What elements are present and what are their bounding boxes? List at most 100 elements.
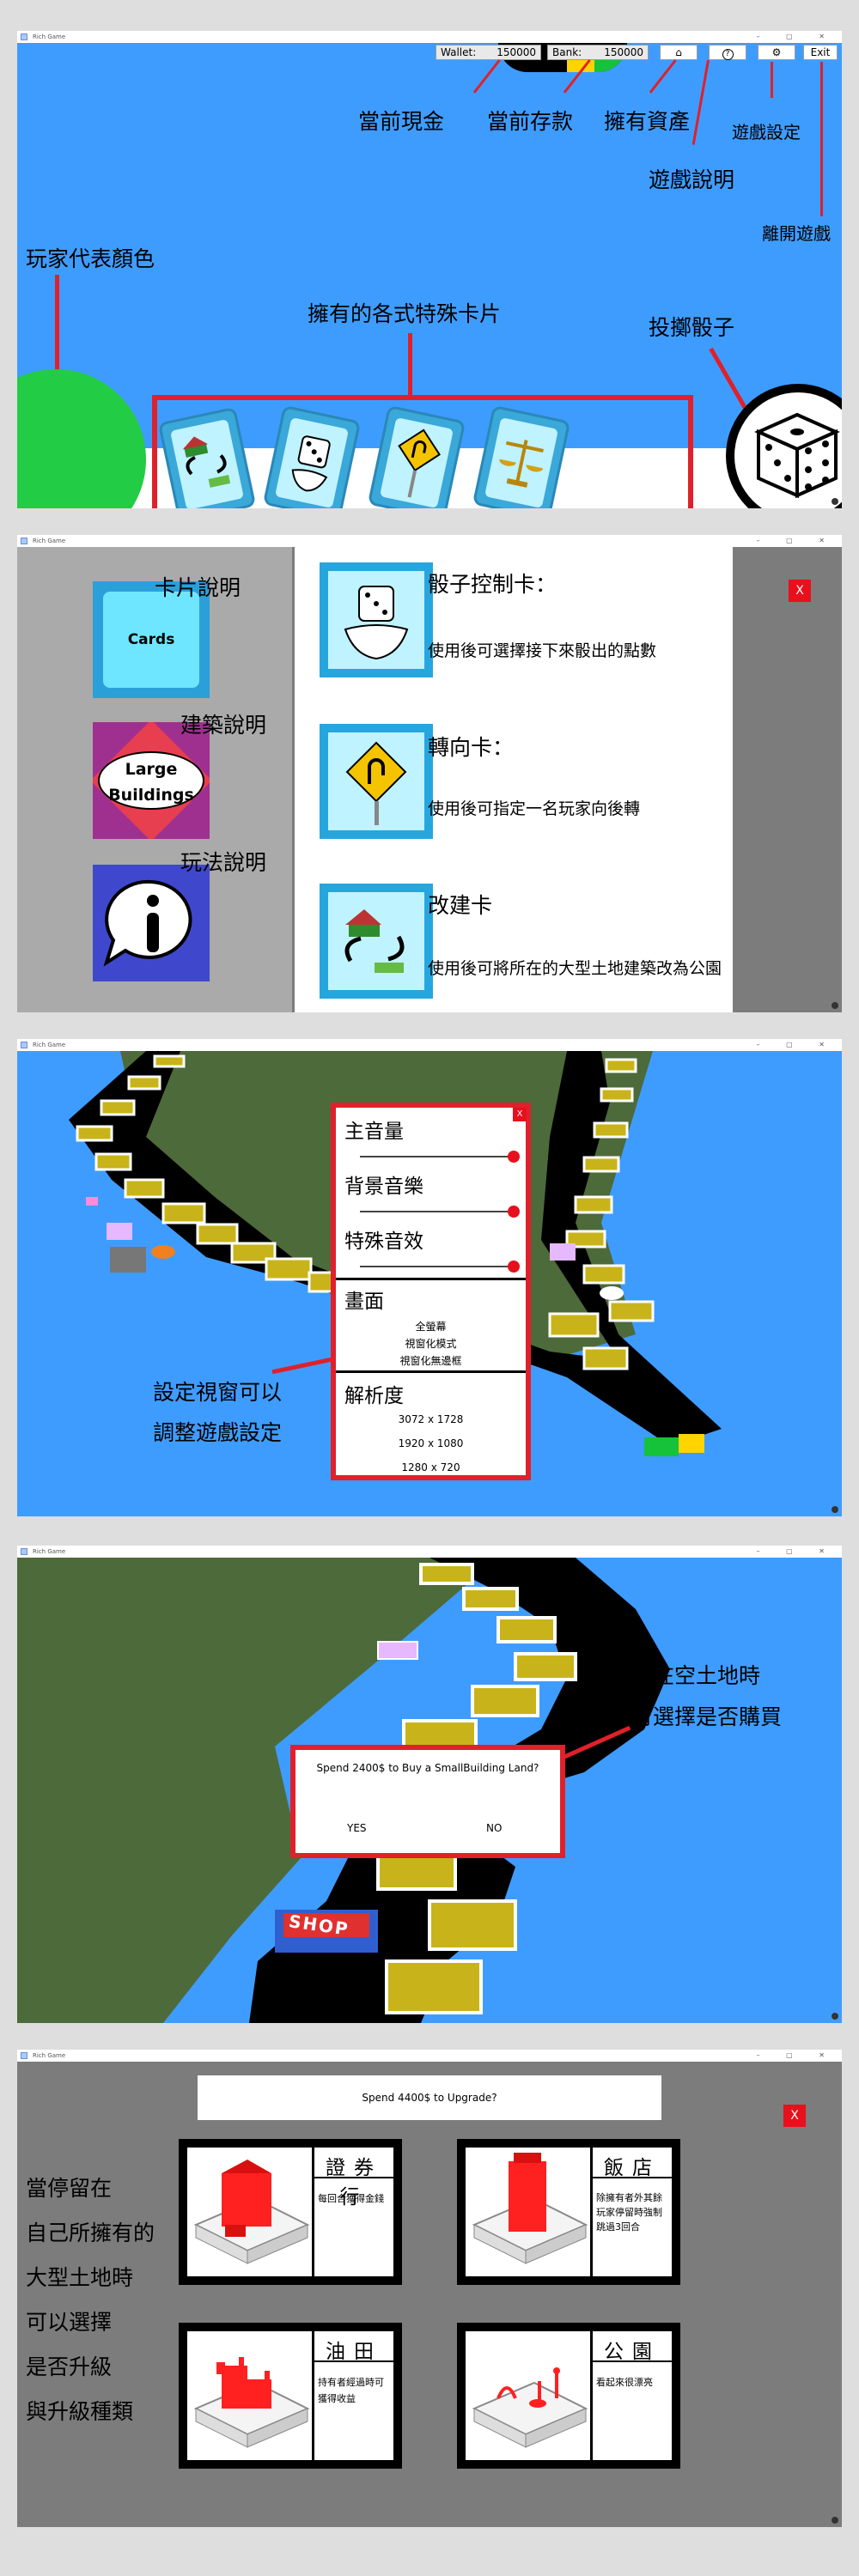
wallet-display: Wallet: 150000 — [436, 45, 541, 60]
park-option[interactable]: 公園 看起來很漂亮 — [457, 2323, 680, 2469]
rebuild-card-desc: 使用後可將所在的大型土地建築改為公園 — [428, 959, 722, 978]
wallet-label: Wallet: — [441, 46, 477, 58]
wallet-value: 150000 — [497, 46, 536, 58]
status-dot — [832, 1002, 838, 1009]
rebuild-icon — [182, 436, 231, 488]
upgrade-view: Spend 4400$ to Upgrade? X 當停留在 自己所擁有的 大型… — [17, 2062, 842, 2527]
exit-label: Exit — [810, 46, 831, 58]
buildings-menu-caption: 建築說明 — [180, 713, 267, 738]
u-turn-sign-icon — [345, 741, 407, 825]
resolution-3072[interactable]: 3072 x 1728 — [336, 1413, 526, 1425]
securities-building-icon — [193, 2160, 310, 2264]
window-title: Rich Game — [33, 33, 66, 40]
app-icon — [21, 2052, 27, 2059]
bgm-volume-knob[interactable] — [508, 1206, 520, 1218]
yes-button[interactable]: YES — [347, 1822, 367, 1834]
sfx-volume-knob[interactable] — [508, 1261, 520, 1273]
window-controls[interactable]: – ▢ ✕ — [757, 2050, 837, 2062]
dice-control-icon — [344, 586, 409, 660]
buildings-menu-label-1: Large — [125, 760, 178, 779]
annotation-exit: 離開遊戲 — [762, 223, 831, 244]
window-controls[interactable]: – ▢ ✕ — [757, 535, 837, 547]
help-button[interactable]: ? — [709, 45, 746, 60]
settings-dialog: X 主音量 背景音樂 特殊音效 畫面 全螢幕 視窗化模式 視窗化無邊框 解析度 … — [331, 1103, 531, 1480]
dice-control-card[interactable] — [262, 404, 362, 508]
settings-button[interactable]: ⚙ — [758, 45, 795, 60]
buy-dialog: Spend 2400$ to Buy a SmallBuilding Land?… — [290, 1745, 565, 1858]
rebuild-card[interactable] — [157, 406, 257, 508]
securities-option[interactable]: 證券行 每回合獲得金錢 — [179, 2139, 402, 2285]
upgrade-annotation-6: 與升級種類 — [26, 2399, 134, 2424]
upgrade-annotation-1: 當停留在 — [26, 2176, 113, 2201]
annotation-dice: 投擲骰子 — [649, 315, 735, 340]
turn-card-desc: 使用後可指定一名玩家向後轉 — [428, 799, 641, 818]
buy-dialog-text: Spend 2400$ to Buy a SmallBuilding Land? — [316, 1762, 539, 1774]
upgrade-annotation-5: 是否升級 — [26, 2354, 113, 2379]
cards-area — [152, 395, 693, 508]
securities-desc: 每回合獲得金錢 — [318, 2193, 384, 2204]
hotel-building-icon — [472, 2153, 588, 2264]
hotel-option[interactable]: 飯店 除擁有者外其餘玩家停留時強制跳過3回合 — [457, 2139, 680, 2285]
master-volume-knob[interactable] — [508, 1151, 520, 1163]
screenshot-buy-land: Rich Game – ▢ ✕ SHOP 停在空土地時 可選擇是否購買 Spen… — [17, 1546, 842, 2023]
player-color-marker — [17, 369, 146, 508]
oilfield-option[interactable]: 油田 持有者經過時可獲得收益 — [179, 2323, 402, 2469]
borderless-option[interactable]: 視窗化無邊框 — [336, 1353, 526, 1368]
sfx-volume-label: 特殊音效 — [344, 1230, 423, 1253]
hotel-desc: 除擁有者外其餘玩家停留時強制跳過3回合 — [596, 2192, 662, 2233]
dice-control-title: 骰子控制卡： — [428, 572, 557, 597]
screenshot-settings: Rich Game – ▢ ✕ 設定視窗可以 調整遊戲設定 X 主音量 背景音樂… — [17, 1039, 842, 1516]
dice-control-card-image — [320, 562, 433, 677]
turn-card[interactable] — [367, 404, 466, 508]
window-controls[interactable]: – ▢ ✕ — [757, 31, 837, 43]
windowed-option[interactable]: 視窗化模式 — [336, 1336, 526, 1351]
upgrade-annotation: 當停留在 自己所擁有的 大型土地時 可以選擇 是否升級 與升級種類 — [26, 2172, 155, 2426]
status-dot — [832, 1506, 838, 1513]
scales-icon — [499, 440, 544, 488]
fullscreen-option[interactable]: 全螢幕 — [336, 1319, 526, 1334]
exit-button[interactable]: Exit — [803, 45, 838, 60]
annotation-player-color: 玩家代表顏色 — [26, 246, 155, 271]
buildings-menu-button[interactable]: Large Buildings — [93, 722, 210, 839]
dice-control-desc: 使用後可選擇接下來骰出的點數 — [428, 641, 657, 660]
resolution-1280[interactable]: 1280 x 720 — [336, 1461, 526, 1473]
window-titlebar: Rich Game – ▢ ✕ — [17, 1039, 842, 1051]
no-button[interactable]: NO — [486, 1822, 502, 1834]
screenshot-hud: Rich Game – ▢ ✕ Wallet: 150000 Bank: 150… — [17, 31, 842, 508]
window-controls[interactable]: – ▢ ✕ — [757, 1546, 837, 1558]
rebuild-card-image — [320, 884, 433, 999]
annotation-assets: 擁有資產 — [604, 109, 691, 134]
oilfield-desc: 持有者經過時可獲得收益 — [318, 2377, 384, 2404]
close-button[interactable]: X — [783, 2105, 806, 2127]
resolution-1920[interactable]: 1920 x 1080 — [336, 1437, 526, 1449]
sfx-volume-slider[interactable] — [360, 1266, 513, 1267]
buildings-menu-label-2: Buildings — [108, 786, 194, 805]
annotation-cash: 當前現金 — [358, 109, 445, 134]
window-titlebar: Rich Game – ▢ ✕ — [17, 2050, 842, 2062]
cards-menu-label: Cards — [103, 592, 199, 688]
window-controls[interactable]: – ▢ ✕ — [757, 1039, 837, 1051]
master-volume-slider[interactable] — [360, 1156, 513, 1157]
display-label: 畫面 — [344, 1291, 384, 1313]
dice-icon — [754, 412, 840, 499]
status-dot — [832, 498, 838, 505]
bgm-volume-slider[interactable] — [360, 1211, 513, 1212]
assets-button[interactable]: ⌂ — [660, 45, 698, 60]
dice-icon — [291, 435, 331, 492]
app-icon — [21, 538, 27, 544]
park-name: 公園 — [604, 2341, 661, 2363]
close-button[interactable]: X — [513, 1108, 527, 1121]
settings-annotation-1: 設定視窗可以 — [153, 1380, 283, 1405]
help-view: Cards 卡片說明 Large Buildings 建築說明 玩法說明 骰子控… — [17, 547, 842, 1012]
annotation-settings: 遊戲設定 — [732, 122, 801, 143]
judge-card[interactable] — [472, 404, 571, 508]
game-view: Wallet: 150000 Bank: 150000 ⌂ ? ⚙ Exit 當… — [17, 43, 842, 508]
rules-menu-button[interactable] — [93, 865, 210, 981]
buy-annotation-1: 停在空土地時 — [631, 1663, 761, 1688]
u-turn-sign-icon — [398, 428, 441, 498]
upgrade-annotation-4: 可以選擇 — [26, 2310, 113, 2335]
close-button[interactable]: X — [789, 580, 811, 602]
upgrade-prompt: Spend 4400$ to Upgrade? — [198, 2075, 661, 2120]
window-title: Rich Game — [33, 538, 66, 544]
oilfield-name: 油田 — [326, 2341, 382, 2363]
